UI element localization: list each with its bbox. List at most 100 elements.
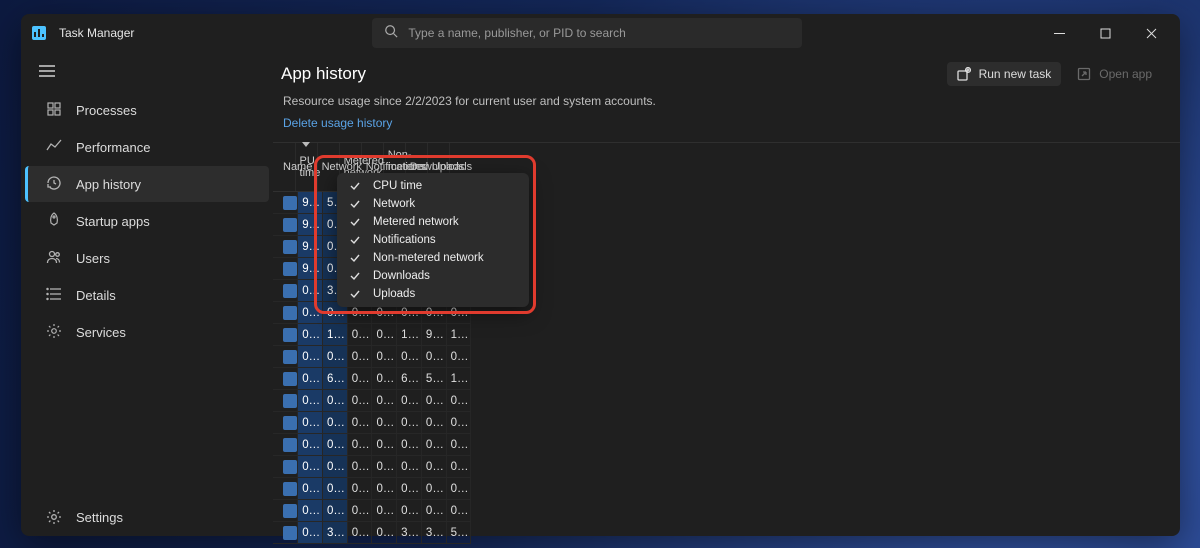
cell-nmet: 104.1 MB xyxy=(397,324,422,346)
open-app-label: Open app xyxy=(1099,67,1152,81)
sidebar-item-app-history[interactable]: App history xyxy=(25,166,269,202)
table-row[interactable]: TiWorker0:01:550 MB0 MB0 MB0 MB0 MB0 MB xyxy=(273,434,471,456)
app-icon xyxy=(283,482,297,496)
ctx-item-non-metered-network[interactable]: Non-metered network xyxy=(337,249,529,267)
cell-cpu: 0:01:59 xyxy=(298,412,323,434)
cell-dl: 0 MB xyxy=(421,390,446,412)
ctx-item-notifications[interactable]: Notifications xyxy=(337,231,529,249)
table-row[interactable]: explorer0:01:210.1 MB0 MB0 MB0.1 MB0.1 M… xyxy=(273,456,471,478)
cell-cpu: 91:01:38 xyxy=(298,214,323,236)
cell-cpu: 0:00:55 xyxy=(298,522,323,544)
cell-met: 0 MB xyxy=(347,434,372,456)
cell-not: 0 MB xyxy=(372,390,397,412)
cell-not: 0 MB xyxy=(372,478,397,500)
titlebar: Task Manager xyxy=(21,14,1180,52)
table-row[interactable]: software_reporter_tool0:01:140 MB0 MB0 M… xyxy=(273,478,471,500)
sidebar-settings[interactable]: Settings xyxy=(25,499,269,535)
sidebar-item-performance[interactable]: Performance xyxy=(25,129,269,165)
gear-icon xyxy=(46,323,62,342)
table-row[interactable]: Taskmgr0:03:270 MB0 MB0 MB0 MB0 MB0 MB xyxy=(273,346,471,368)
ctx-item-metered-network[interactable]: Metered network xyxy=(337,213,529,231)
minimize-button[interactable] xyxy=(1036,14,1082,52)
search-input[interactable] xyxy=(408,26,790,40)
cell-met: 0 MB xyxy=(347,456,372,478)
sidebar-item-startup-apps[interactable]: Startup apps xyxy=(25,203,269,239)
sidebar-item-services[interactable]: Services xyxy=(25,314,269,350)
cell-nmet: 0 MB xyxy=(397,434,422,456)
cell-nmet: 0 MB xyxy=(397,412,422,434)
run-new-task-button[interactable]: Run new task xyxy=(947,62,1062,86)
app-icon xyxy=(283,416,297,430)
col-header-name[interactable]: Name xyxy=(273,143,295,192)
open-app-button: Open app xyxy=(1067,62,1162,86)
table-row[interactable]: wuaucltcore0:01:030 MB0 MB0 MB0 MB0 MB0 … xyxy=(273,500,471,522)
cell-cpu: 0:03:27 xyxy=(298,346,323,368)
processes-icon xyxy=(46,101,62,120)
sidebar: Processes Performance App historyStartup a… xyxy=(21,52,273,536)
cell-up: 0 MB xyxy=(446,434,471,456)
cell-cpu: 0:01:03 xyxy=(298,500,323,522)
cell-net: 0 MB xyxy=(322,500,347,522)
delete-history-link[interactable]: Delete usage history xyxy=(281,116,1162,130)
ctx-item-downloads[interactable]: Downloads xyxy=(337,267,529,285)
app-icon xyxy=(283,394,297,408)
ctx-item-network[interactable]: Network xyxy=(337,195,529,213)
cell-dl: 5.3 MB xyxy=(421,368,446,390)
cell-name: explorer xyxy=(273,456,298,478)
app-icon xyxy=(283,284,297,298)
cell-met: 0 MB xyxy=(347,324,372,346)
cell-up: 1.5 MB xyxy=(446,368,471,390)
cell-name xyxy=(273,280,298,302)
cell-up: 0 MB xyxy=(446,500,471,522)
column-context-menu[interactable]: CPU time Network Metered network Notificati… xyxy=(337,173,529,307)
cell-name: msedge xyxy=(273,522,298,544)
col-header-network[interactable]: Network xyxy=(317,143,339,192)
check-icon xyxy=(349,217,361,227)
sidebar-item-label: Performance xyxy=(76,140,150,155)
search-box[interactable] xyxy=(372,18,802,48)
search-icon xyxy=(384,24,398,43)
cell-nmet: 37.6 MB xyxy=(397,522,422,544)
sidebar-item-details[interactable]: Details xyxy=(25,277,269,313)
close-button[interactable] xyxy=(1128,14,1174,52)
cell-met: 0 MB xyxy=(347,390,372,412)
sidebar-item-label: Processes xyxy=(76,103,137,118)
col-header-cpu-time[interactable]: PU time xyxy=(295,143,317,192)
ctx-item-cpu-time[interactable]: CPU time xyxy=(337,177,529,195)
table-row[interactable]: msedge0:00:5537.6 MB0 MB0 MB37.6 MB32.3 … xyxy=(273,522,471,544)
table-row[interactable]: dwm0:02:340 MB0 MB0 MB0 MB0 MB0 MB xyxy=(273,390,471,412)
cell-cpu: 91:01:38 xyxy=(298,236,323,258)
cell-dl: 0 MB xyxy=(421,500,446,522)
cell-cpu: 0:10:22 xyxy=(298,280,323,302)
maximize-button[interactable] xyxy=(1082,14,1128,52)
ctx-item-label: Non-metered network xyxy=(373,252,484,264)
cell-net: 37.6 MB xyxy=(322,522,347,544)
cell-met: 0 MB xyxy=(347,368,372,390)
cell-not: 0 MB xyxy=(372,434,397,456)
cell-name xyxy=(273,192,298,214)
cell-name xyxy=(273,258,298,280)
sidebar-item-processes[interactable]: Processes xyxy=(25,92,269,128)
window-title: Task Manager xyxy=(59,26,134,40)
cell-nmet: 0 MB xyxy=(397,500,422,522)
check-icon xyxy=(349,181,361,191)
run-new-task-label: Run new task xyxy=(979,67,1052,81)
cell-name: TiWorker xyxy=(273,434,298,456)
table-row[interactable]: Microsoft Teams0:02:556.8 MB0 MB0 MB6.8 … xyxy=(273,368,471,390)
cell-up: 14.2 MB xyxy=(446,324,471,346)
check-icon xyxy=(349,289,361,299)
sidebar-item-users[interactable]: Users xyxy=(25,240,269,276)
table-row[interactable]: chrome0:08:03104.1 MB0 MB0 MB104.1 MB90.… xyxy=(273,324,471,346)
list-icon xyxy=(46,286,62,305)
hamburger-button[interactable] xyxy=(21,54,273,92)
ctx-item-label: Network xyxy=(373,198,415,210)
cell-up: 0 MB xyxy=(446,346,471,368)
cell-cpu: 91:01:38 xyxy=(298,258,323,280)
cell-dl: 0 MB xyxy=(421,478,446,500)
cell-up: 0 MB xyxy=(446,390,471,412)
cell-not: 0 MB xyxy=(372,368,397,390)
app-icon xyxy=(283,240,297,254)
ctx-item-label: Metered network xyxy=(373,216,459,228)
ctx-item-uploads[interactable]: Uploads xyxy=(337,285,529,303)
table-row[interactable]: TiWorker0:01:590 MB0 MB0 MB0 MB0 MB0 MB xyxy=(273,412,471,434)
